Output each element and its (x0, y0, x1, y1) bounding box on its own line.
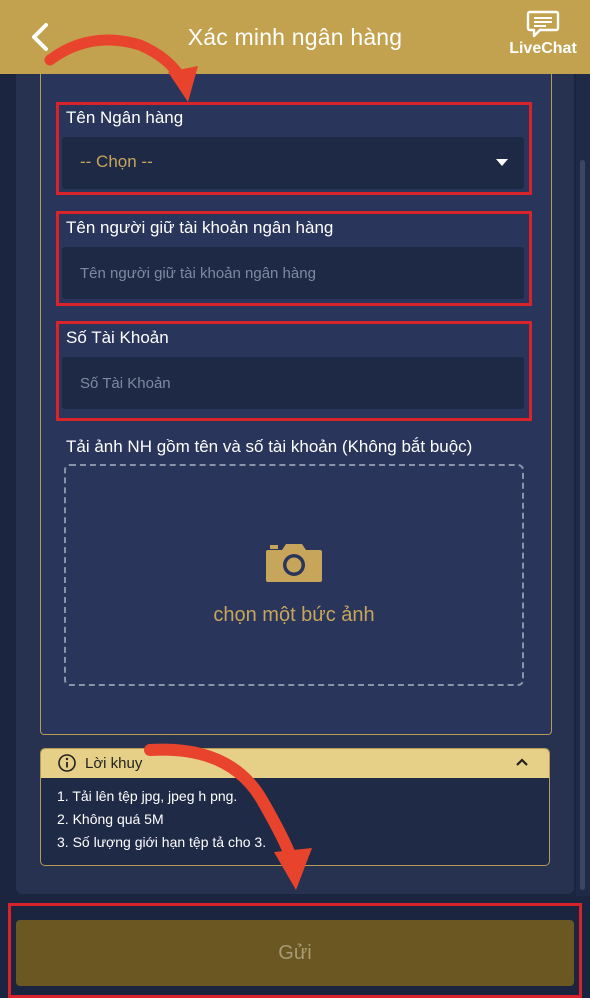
holder-name-field[interactable] (62, 247, 524, 299)
info-circle-icon (58, 754, 76, 772)
camera-icon (266, 544, 322, 582)
notice-item: 2. Không quá 5M (57, 811, 164, 827)
holder-name-input[interactable] (62, 247, 524, 299)
bank-name-select[interactable]: -- Chọn -- (62, 137, 524, 189)
notice-list: 1. Tải lên tệp jpg, jpeg h png. 2. Không… (41, 778, 549, 857)
notice-title: Lời khuy (85, 755, 143, 772)
account-number-input[interactable] (62, 357, 524, 409)
notice-item: 1. Tải lên tệp jpg, jpeg h png. (57, 788, 238, 804)
notice-panel: Lời khuy 1. Tải lên tệp jpg, jpeg h png.… (40, 748, 550, 866)
account-number-field[interactable] (62, 357, 524, 409)
app-header: Xác minh ngân hàng LiveChat (0, 0, 590, 74)
livechat-button[interactable]: LiveChat (502, 10, 584, 66)
notice-item: 3. Số lượng giới hạn tệp tả cho 3. (57, 834, 267, 850)
account-number-label: Số Tài Khoản (66, 328, 169, 347)
submit-button[interactable]: Gửi (16, 920, 574, 986)
holder-name-label: Tên người giữ tài khoản ngân hàng (66, 218, 334, 237)
chat-bubble-icon (526, 10, 560, 38)
bank-name-label: Tên Ngân hàng (66, 108, 184, 127)
upload-label: Tải ảnh NH gồm tên và số tài khoản (Khôn… (66, 437, 473, 456)
bank-name-selected-value: -- Chọn -- (80, 152, 153, 171)
caret-down-icon (496, 159, 508, 166)
notice-header[interactable]: Lời khuy (41, 749, 549, 778)
scrollbar-thumb[interactable] (580, 160, 585, 890)
upload-dropzone[interactable]: chọn một bức ảnh (64, 464, 524, 686)
upload-button-text: chọn một bức ảnh (213, 604, 375, 626)
chevron-up-icon[interactable] (515, 757, 529, 767)
livechat-label: LiveChat (509, 40, 577, 57)
